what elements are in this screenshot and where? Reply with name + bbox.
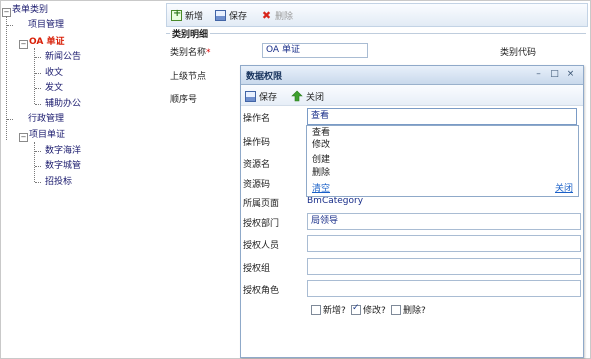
tree-connector — [34, 142, 35, 182]
tree-item-outgoing-doc[interactable]: 发文 — [45, 82, 63, 95]
tree-item-admin[interactable]: 行政管理 — [28, 113, 64, 126]
category-tree: − 表单类别 项目管理 − OA 单证 新闻公告 收文 发文 辅助办公 行政管理… — [0, 0, 158, 359]
checkbox-add-label: 新增? — [323, 306, 346, 316]
order-label: 顺序号 — [170, 95, 198, 105]
op-name-dropdown: 查看 修改 创建 删除 清空 关闭 — [306, 125, 579, 197]
checkbox-modify-label: 修改? — [363, 306, 386, 316]
minimize-icon[interactable]: – — [533, 69, 544, 80]
checkbox-delete[interactable]: 删除? — [391, 303, 426, 316]
parent-node-label: 上级节点 — [170, 72, 207, 82]
tree-connector — [7, 119, 13, 120]
tree-connector — [35, 151, 41, 152]
tree-item-bidding[interactable]: 招投标 — [45, 176, 72, 189]
group-label: 授权组 — [243, 264, 271, 274]
delete-icon: ✖ — [261, 8, 272, 22]
tree-item-project-doc[interactable]: 项目单证 — [29, 129, 65, 142]
close-window-icon[interactable]: × — [565, 69, 576, 80]
dept-label: 授权部门 — [243, 219, 280, 229]
dialog-title: 数据权限 — [246, 72, 283, 82]
dialog-toolbar: 保存 关闭 — [241, 85, 583, 106]
checkbox-modify[interactable]: 修改? — [351, 303, 386, 316]
tree-item-office-aid[interactable]: 辅助办公 — [45, 98, 81, 111]
checkbox-add[interactable]: 新增? — [311, 303, 346, 316]
dialog-save-label: 保存 — [259, 92, 278, 103]
page-value: BmCategory — [307, 196, 364, 206]
save-button-label: 保存 — [229, 11, 248, 22]
tree-item-project-mgmt[interactable]: 项目管理 — [28, 19, 64, 32]
dropdown-close-link[interactable]: 关闭 — [555, 181, 573, 194]
main-toolbar: 新增 保存 ✖ 删除 — [166, 3, 588, 27]
dropdown-option[interactable]: 修改 — [312, 139, 330, 151]
dropdown-option[interactable]: 查看 — [312, 127, 330, 139]
op-name-input[interactable]: 查看 — [307, 108, 577, 125]
role-input[interactable] — [307, 280, 581, 297]
delete-button[interactable]: ✖ 删除 — [261, 8, 293, 22]
add-icon — [171, 8, 182, 21]
section-title: 类别明细 — [170, 27, 211, 40]
save-icon — [245, 90, 256, 102]
dialog-close-button[interactable]: 关闭 — [291, 89, 324, 103]
dialog-save-button[interactable]: 保存 — [245, 89, 277, 103]
tree-root[interactable]: 表单类别 — [12, 4, 48, 17]
users-label: 授权人员 — [243, 241, 280, 251]
delete-button-label: 删除 — [275, 11, 294, 22]
category-code-label: 类别代码 — [500, 48, 537, 58]
data-permission-dialog: 数据权限 – □ × 保存 关闭 操作名 查看 操作码 资源名 资源码 所属页面… — [240, 65, 584, 358]
dropdown-clear-link[interactable]: 清空 — [312, 181, 330, 194]
tree-connector — [35, 88, 41, 89]
checkbox-add-box[interactable] — [311, 304, 321, 315]
dropdown-option[interactable]: 创建 — [312, 154, 330, 166]
tree-collapse-project-doc-icon[interactable]: − — [19, 133, 28, 142]
checkbox-delete-label: 删除? — [403, 306, 426, 316]
tree-item-incoming-doc[interactable]: 收文 — [45, 67, 63, 80]
tree-collapse-oa-icon[interactable]: − — [19, 40, 28, 49]
tree-connector — [35, 182, 41, 183]
tree-connector — [35, 73, 41, 74]
tree-item-digital-ocean[interactable]: 数字海洋 — [45, 145, 81, 158]
checkbox-modify-box[interactable] — [351, 303, 361, 315]
add-button-label: 新增 — [185, 11, 204, 22]
op-name-label: 操作名 — [243, 114, 271, 124]
group-input[interactable] — [307, 258, 581, 275]
tree-item-news[interactable]: 新闻公告 — [45, 51, 81, 64]
category-name-input[interactable]: OA 单证 — [262, 43, 368, 58]
tree-connector — [35, 104, 41, 105]
dropdown-option[interactable]: 删除 — [312, 167, 330, 179]
add-button[interactable]: 新增 — [171, 8, 203, 22]
section-divider — [166, 33, 586, 34]
close-arrow-icon — [291, 90, 303, 102]
dialog-close-label: 关闭 — [306, 92, 325, 103]
tree-connector — [6, 16, 7, 140]
dialog-titlebar[interactable]: 数据权限 – □ × — [241, 66, 583, 85]
resource-code-label: 资源码 — [243, 180, 271, 190]
tree-connector — [7, 25, 13, 26]
tree-connector — [35, 166, 41, 167]
save-button[interactable]: 保存 — [215, 8, 247, 22]
page-label: 所属页面 — [243, 199, 280, 209]
dept-input[interactable]: 局领导 — [307, 213, 581, 230]
tree-item-digital-city[interactable]: 数字城管 — [45, 160, 81, 173]
tree-connector — [35, 57, 41, 58]
save-icon — [215, 9, 226, 21]
checkbox-delete-box[interactable] — [391, 304, 401, 315]
role-label: 授权角色 — [243, 286, 280, 296]
users-input[interactable] — [307, 235, 581, 252]
maximize-icon[interactable]: □ — [549, 69, 560, 80]
category-name-label: 类别名称* — [170, 48, 211, 58]
resource-name-label: 资源名 — [243, 160, 271, 170]
op-code-label: 操作码 — [243, 138, 271, 148]
